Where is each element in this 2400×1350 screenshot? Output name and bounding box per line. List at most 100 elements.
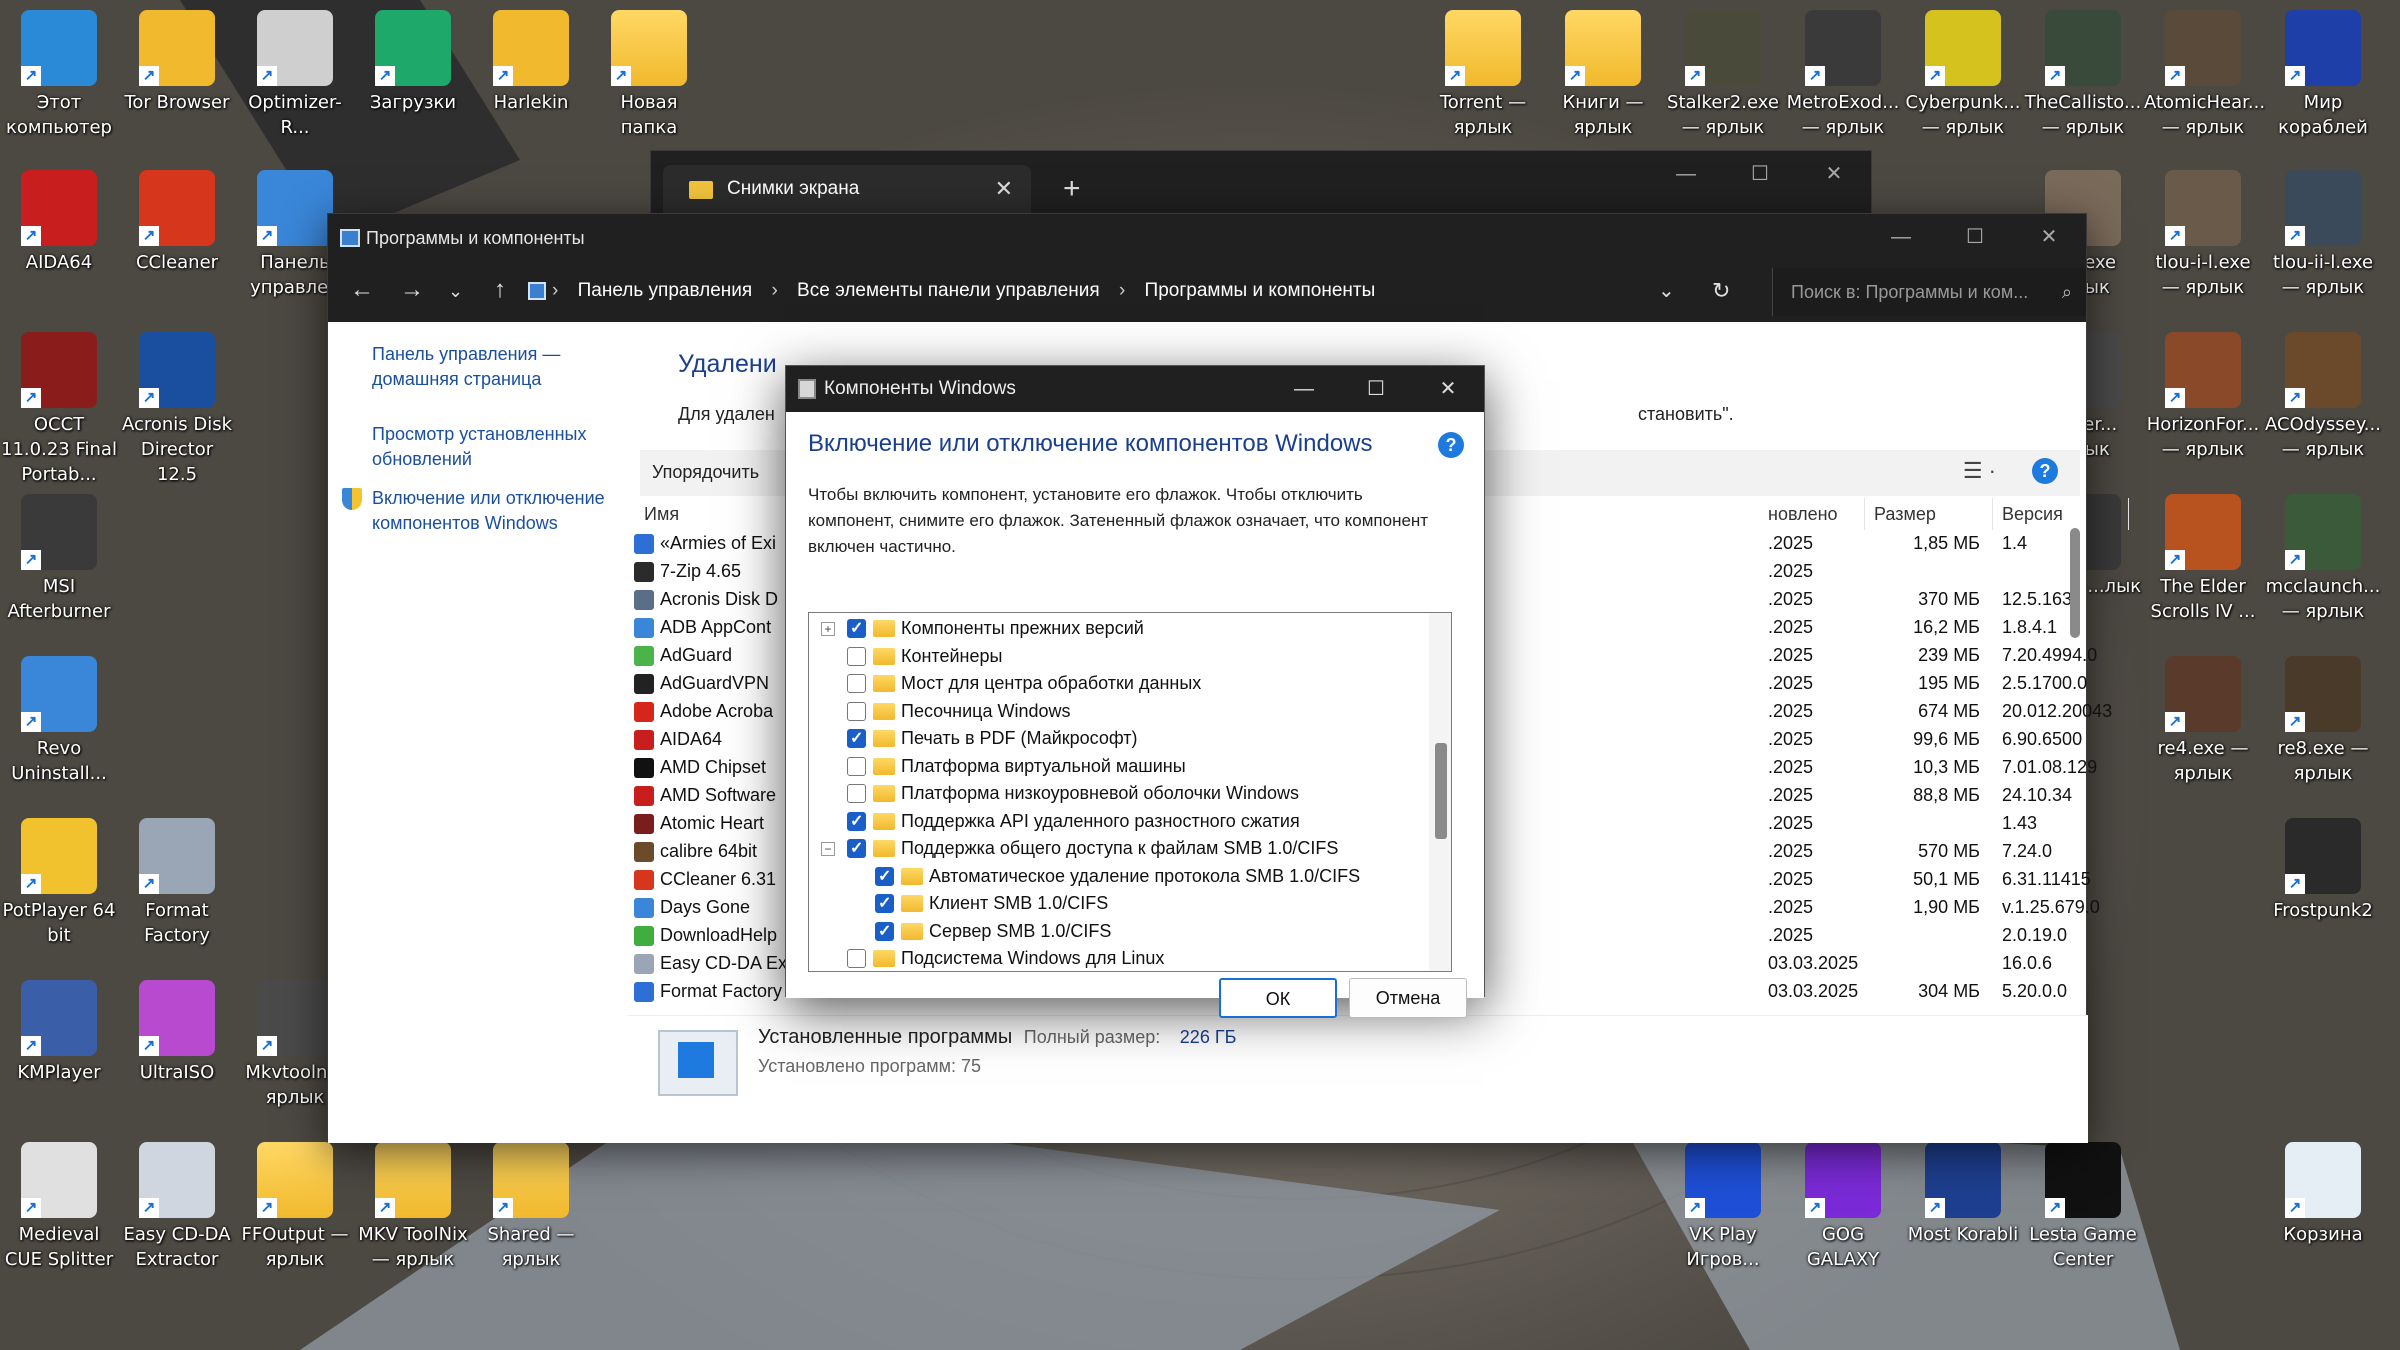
- desktop-icon[interactable]: ↗ CCleaner: [118, 170, 236, 275]
- folder-icon: [901, 895, 923, 912]
- ok-button[interactable]: ОК: [1219, 978, 1337, 1018]
- link-windows-features[interactable]: Включение или отключение компонентов Win…: [372, 486, 612, 536]
- breadcrumb-item[interactable]: Панель управления: [578, 280, 753, 301]
- desktop-icon[interactable]: ↗ Книги — ярлык: [1544, 10, 1662, 140]
- list-scrollbar[interactable]: [2070, 498, 2080, 998]
- feature-checkbox[interactable]: [847, 949, 866, 968]
- close-button[interactable]: ✕: [2012, 214, 2086, 260]
- desktop-icon[interactable]: ↗ HorizonFor... — ярлык: [2144, 332, 2262, 462]
- search-input[interactable]: Поиск в: Программы и ком... ⌕: [1772, 268, 2086, 316]
- breadcrumb-item[interactable]: Все элементы панели управления: [797, 280, 1100, 301]
- forward-arrow-icon[interactable]: →: [400, 276, 424, 304]
- desktop-icon[interactable]: ↗ Format Factory: [118, 818, 236, 948]
- feature-checkbox[interactable]: [847, 756, 866, 776]
- help-icon[interactable]: ?: [1438, 432, 1464, 458]
- minimize-button[interactable]: —: [1649, 151, 1723, 197]
- feature-checkbox[interactable]: [847, 808, 866, 835]
- feature-checkbox[interactable]: [847, 615, 866, 642]
- maximize-button[interactable]: ☐: [1340, 366, 1412, 412]
- chevron-down-icon[interactable]: ⌄: [448, 281, 463, 302]
- feature-checkbox[interactable]: [847, 701, 866, 721]
- feature-checkbox[interactable]: [847, 646, 866, 666]
- desktop-icon[interactable]: ↗ VK Play Игров...: [1664, 1142, 1782, 1272]
- desktop-icon[interactable]: ↗ UltraISO: [118, 980, 236, 1085]
- column-installed[interactable]: новлено: [1768, 504, 1838, 525]
- cancel-button[interactable]: Отмена: [1349, 978, 1467, 1018]
- desktop-icon[interactable]: ↗ AIDA64: [0, 170, 118, 275]
- up-arrow-icon[interactable]: ↑: [494, 276, 506, 304]
- link-control-panel-home[interactable]: Панель управления — домашняя страница: [372, 342, 612, 392]
- desktop-icon[interactable]: ↗ PotPlayer 64 bit: [0, 818, 118, 948]
- refresh-icon[interactable]: ↻: [1712, 278, 1730, 304]
- desktop-icon[interactable]: ↗ re8.exe — ярлык: [2264, 656, 2382, 786]
- desktop-icon[interactable]: ↗ Cyberpunk... — ярлык: [1904, 10, 2022, 140]
- desktop-icon[interactable]: ↗ AtomicHear... — ярлык: [2144, 10, 2265, 140]
- window-titlebar[interactable]: Программы и компоненты — ☐ ✕: [328, 214, 2086, 262]
- desktop-icon[interactable]: ↗ Stalker2.exe — ярлык: [1664, 10, 1782, 140]
- view-options-icon[interactable]: ☰ ·: [1963, 458, 1996, 484]
- column-version[interactable]: Версия: [2002, 504, 2063, 525]
- organize-button[interactable]: Упорядочить: [652, 462, 759, 483]
- address-dropdown-icon[interactable]: ⌄: [1658, 278, 1675, 303]
- desktop-icon[interactable]: ↗ Acronis Disk Director 12.5: [118, 332, 236, 487]
- desktop-icon[interactable]: ↗ tlou-ii-l.exe — ярлык: [2264, 170, 2382, 300]
- minimize-button[interactable]: —: [1268, 366, 1340, 412]
- desktop-icon[interactable]: ↗ Easy CD-DA Extractor: [118, 1142, 236, 1272]
- expand-icon[interactable]: +: [821, 622, 835, 636]
- feature-checkbox[interactable]: [875, 918, 894, 945]
- close-button[interactable]: ✕: [1412, 366, 1484, 412]
- desktop-icon[interactable]: ↗ Lesta Game Center: [2024, 1142, 2142, 1272]
- desktop-icon[interactable]: ↗ Мир кораблей: [2264, 10, 2382, 140]
- desktop-icon[interactable]: ↗ Optimizer-R...: [236, 10, 354, 140]
- explorer-window-back[interactable]: Снимки экрана ✕ + — ☐ ✕: [650, 150, 1872, 220]
- desktop-icon[interactable]: ↗ The Elder Scrolls IV ...: [2144, 494, 2262, 624]
- desktop-icon[interactable]: ↗ FFOutput — ярлык: [236, 1142, 354, 1272]
- desktop-icon[interactable]: ↗ MKV ToolNix — ярлык: [354, 1142, 472, 1272]
- column-name[interactable]: Имя: [644, 504, 679, 525]
- feature-checkbox[interactable]: [847, 674, 866, 693]
- desktop-icon[interactable]: ↗ tlou-i-l.exe — ярлык: [2144, 170, 2262, 300]
- desktop-icon[interactable]: ↗ re4.exe — ярлык: [2144, 656, 2262, 786]
- maximize-button[interactable]: ☐: [1723, 151, 1797, 197]
- desktop-icon[interactable]: ↗ Frostpunk2: [2264, 818, 2382, 923]
- desktop-icon[interactable]: ↗ Загрузки: [354, 10, 472, 115]
- new-tab-button[interactable]: +: [1063, 165, 1081, 213]
- feature-checkbox[interactable]: [847, 784, 866, 803]
- desktop-icon[interactable]: ↗ OCCT 11.0.23 Final Portab...: [0, 332, 118, 487]
- minimize-button[interactable]: —: [1864, 214, 1938, 260]
- maximize-button[interactable]: ☐: [1938, 214, 2012, 260]
- desktop-icon[interactable]: ↗ TheCallisto... — ярлык: [2024, 10, 2142, 140]
- desktop-icon[interactable]: ↗ Torrent — ярлык: [1424, 10, 1542, 140]
- feature-checkbox[interactable]: [875, 863, 894, 890]
- desktop-icon[interactable]: ↗ Корзина: [2264, 1142, 2382, 1247]
- desktop-icon[interactable]: ↗ Tor Browser: [118, 10, 236, 115]
- desktop-icon[interactable]: ↗ MSI Afterburner: [0, 494, 118, 624]
- breadcrumb-item[interactable]: Программы и компоненты: [1145, 280, 1376, 301]
- desktop-icon[interactable]: ↗ Harlekin: [472, 10, 590, 115]
- desktop-icon[interactable]: ↗ Revo Uninstall...: [0, 656, 118, 786]
- tab-screenshots[interactable]: Снимки экрана ✕: [663, 165, 1031, 213]
- link-view-installed-updates[interactable]: Просмотр установленных обновлений: [372, 422, 612, 472]
- feature-checkbox[interactable]: [875, 890, 894, 917]
- desktop-icon[interactable]: ↗ Medieval CUE Splitter: [0, 1142, 118, 1272]
- desktop-icon[interactable]: ↗ Этот компьютер: [0, 10, 118, 140]
- tree-scrollbar[interactable]: [1429, 613, 1451, 971]
- desktop-icon[interactable]: ↗ mcclaunch... — ярлык: [2264, 494, 2382, 624]
- windows-features-dialog[interactable]: Компоненты Windows — ☐ ✕ Включение или о…: [785, 365, 1485, 1018]
- collapse-icon[interactable]: −: [821, 842, 835, 856]
- dialog-titlebar[interactable]: Компоненты Windows — ☐ ✕: [786, 366, 1484, 412]
- help-icon[interactable]: ?: [2032, 458, 2058, 484]
- feature-checkbox[interactable]: [847, 725, 866, 752]
- desktop-icon[interactable]: ↗ GOG GALAXY: [1784, 1142, 1902, 1272]
- feature-checkbox[interactable]: [847, 835, 866, 862]
- desktop-icon[interactable]: ↗ KMPlayer: [0, 980, 118, 1085]
- desktop-icon[interactable]: ↗ Shared — ярлык: [472, 1142, 590, 1272]
- desktop-icon[interactable]: ↗ Most Korabli: [1904, 1142, 2022, 1247]
- close-tab-icon[interactable]: ✕: [995, 165, 1013, 213]
- desktop-icon[interactable]: ↗ ACOdyssey... — ярлык: [2264, 332, 2382, 462]
- desktop-icon[interactable]: ↗ Новая папка: [590, 10, 708, 140]
- close-button[interactable]: ✕: [1797, 151, 1871, 197]
- column-size[interactable]: Размер: [1874, 504, 1936, 525]
- back-arrow-icon[interactable]: ←: [350, 276, 374, 304]
- desktop-icon[interactable]: ↗ MetroExod... — ярлык: [1784, 10, 1902, 140]
